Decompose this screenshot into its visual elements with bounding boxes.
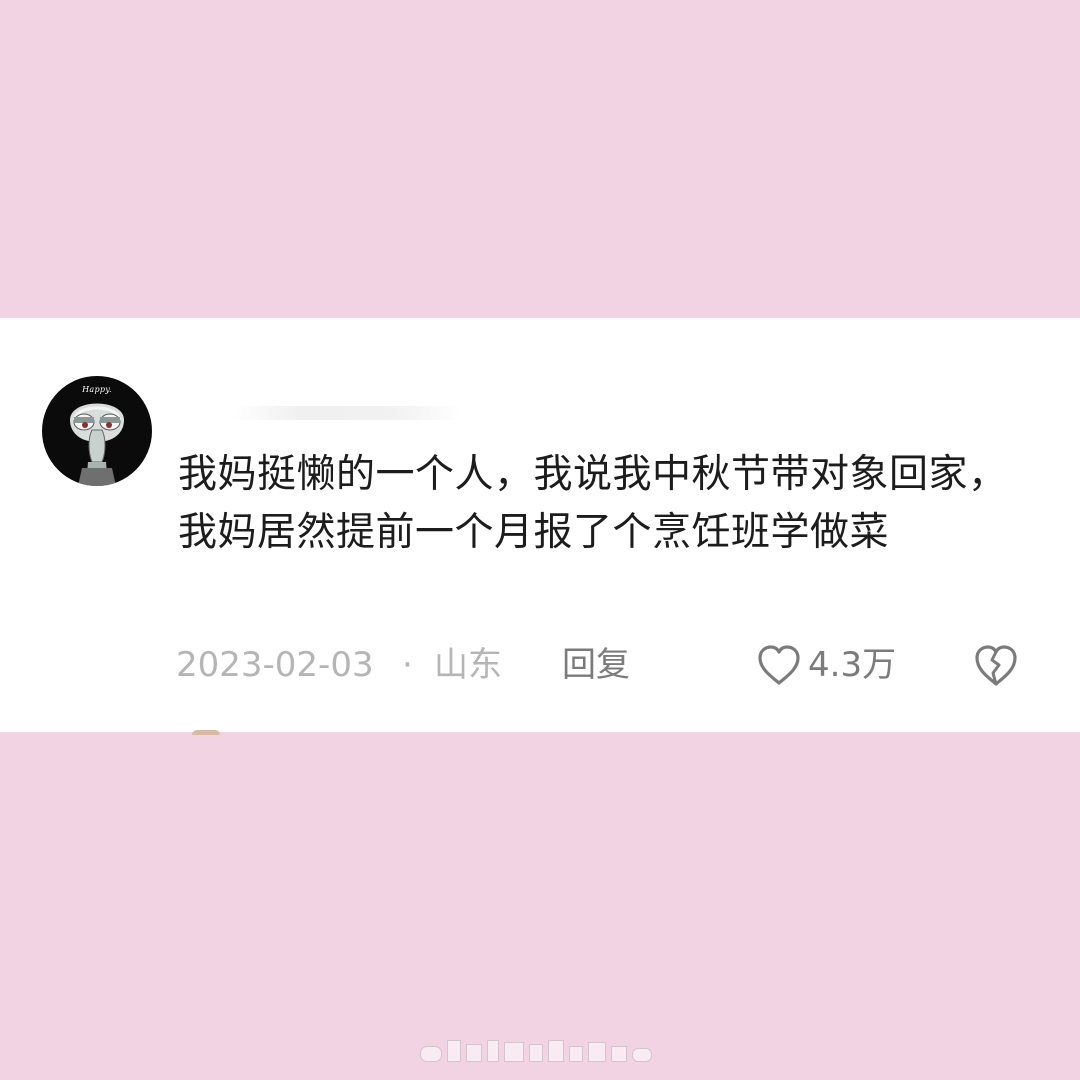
watermark xyxy=(420,1040,652,1062)
broken-heart-icon xyxy=(975,645,1017,686)
reply-button[interactable]: 回复 xyxy=(562,640,630,690)
comment-text: 我妈挺懒的一个人，我说我中秋节带对象回家，我妈居然提前一个月报了个烹饪班学做菜 xyxy=(178,452,1008,555)
comment-card: Happy. 我妈挺懒的一个人，我说我中秋节带对象回家，我妈居然提前一个月报了个… xyxy=(0,318,1080,732)
comment-location: 山东 xyxy=(434,645,502,685)
comment-meta: 2023-02-03 · 山东 回复 4.3万 xyxy=(176,640,1036,690)
like-count: 4.3万 xyxy=(808,645,897,685)
avatar[interactable]: Happy. xyxy=(42,376,152,486)
like-button[interactable]: 4.3万 xyxy=(756,640,896,690)
comment-date: 2023-02-03 xyxy=(176,645,374,685)
dislike-button[interactable] xyxy=(972,640,1020,690)
username-redacted xyxy=(232,406,462,420)
next-comment-avatar-peek xyxy=(192,730,220,735)
meta-separator: · xyxy=(402,645,413,685)
avatar-caption: Happy. xyxy=(82,385,112,394)
heart-outline-icon xyxy=(758,645,800,685)
